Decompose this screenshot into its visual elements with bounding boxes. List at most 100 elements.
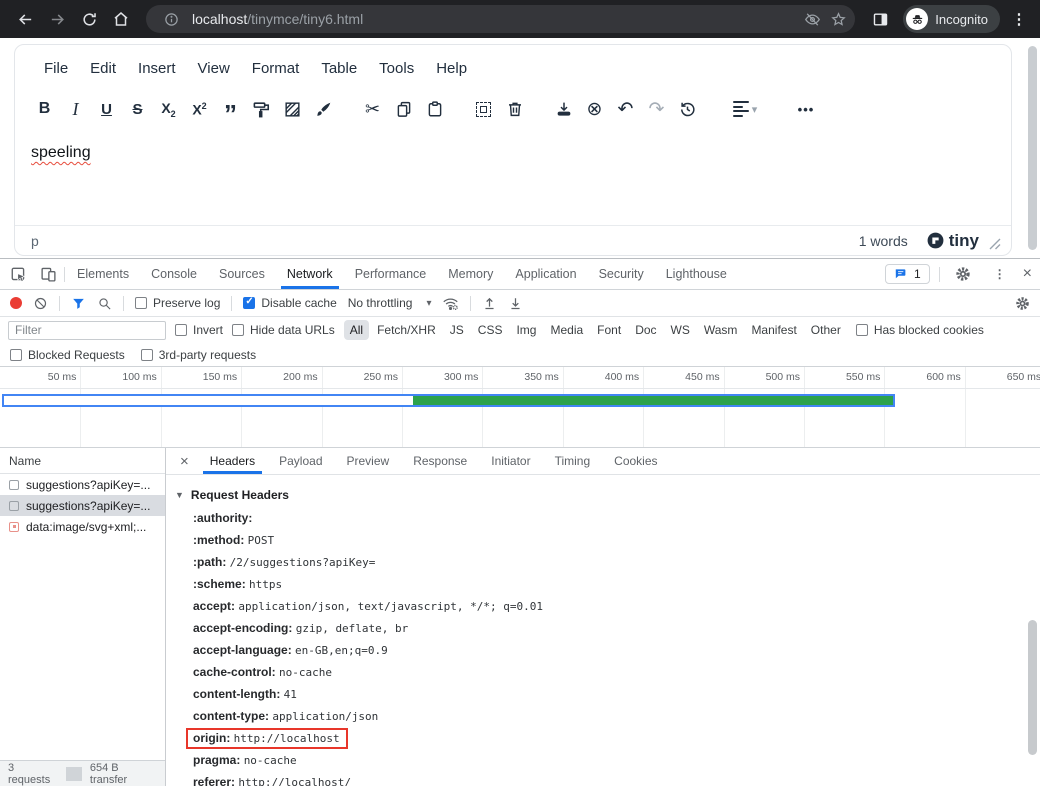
third-party-toggle[interactable]: 3rd-party requests <box>141 348 256 362</box>
request-headers-section[interactable]: ▼ Request Headers <box>175 483 1040 507</box>
record-icon[interactable] <box>10 297 22 309</box>
has-blocked-cookies-toggle[interactable]: Has blocked cookies <box>856 323 984 337</box>
tab-network[interactable]: Network <box>277 259 343 289</box>
filter-icon[interactable] <box>71 296 86 311</box>
restore-draft-button[interactable] <box>674 96 701 123</box>
download-button[interactable] <box>550 96 577 123</box>
tab-sources[interactable]: Sources <box>209 259 275 289</box>
blocked-requests-checkbox[interactable] <box>10 349 22 361</box>
remove-button[interactable]: ⊗ <box>581 96 608 123</box>
browser-menu-icon[interactable]: ⋮ <box>1008 10 1030 28</box>
network-settings-gear-icon[interactable] <box>1015 296 1030 311</box>
menu-format[interactable]: Format <box>241 54 311 83</box>
tiny-branding[interactable]: tiny <box>926 231 979 251</box>
filter-type-img[interactable]: Img <box>510 320 542 340</box>
inspect-element-icon[interactable] <box>4 261 32 287</box>
disable-cache-checkbox[interactable] <box>243 297 255 309</box>
network-timeline[interactable]: 50 ms 100 ms 150 ms 200 ms 250 ms 300 ms… <box>0 367 1040 448</box>
tab-console[interactable]: Console <box>141 259 207 289</box>
request-row-selected[interactable]: suggestions?apiKey=... <box>0 495 165 516</box>
strikethrough-button[interactable]: S <box>124 96 151 123</box>
search-icon[interactable] <box>97 296 112 311</box>
redo-button[interactable]: ↷ <box>643 96 670 123</box>
highlighter-button[interactable] <box>310 96 337 123</box>
throttling-select[interactable]: No throttling ▾ <box>348 296 432 310</box>
forward-icon[interactable] <box>42 4 72 34</box>
detail-tab-timing[interactable]: Timing <box>544 448 602 474</box>
devtools-close-icon[interactable]: × <box>1023 266 1032 282</box>
tab-lighthouse[interactable]: Lighthouse <box>656 259 737 289</box>
devtools-menu-icon[interactable]: ⋮ <box>986 261 1014 287</box>
select-all-button[interactable] <box>470 96 497 123</box>
undo-button[interactable]: ↶ <box>612 96 639 123</box>
incognito-badge[interactable]: Incognito <box>903 5 1000 33</box>
tab-performance[interactable]: Performance <box>345 259 437 289</box>
superscript-button[interactable]: X2 <box>186 96 213 123</box>
filter-type-wasm[interactable]: Wasm <box>698 320 744 340</box>
menu-edit[interactable]: Edit <box>79 54 127 83</box>
reload-icon[interactable] <box>74 4 104 34</box>
cut-button[interactable]: ✂ <box>359 96 386 123</box>
preserve-log-toggle[interactable]: Preserve log <box>135 296 220 310</box>
menu-insert[interactable]: Insert <box>127 54 187 83</box>
editor-content-area[interactable]: speeling <box>15 131 1011 225</box>
home-icon[interactable] <box>106 4 136 34</box>
export-har-icon[interactable] <box>508 296 523 311</box>
fill-color-button[interactable] <box>279 96 306 123</box>
detail-tab-preview[interactable]: Preview <box>336 448 401 474</box>
detail-scrollbar-thumb[interactable] <box>1028 620 1037 755</box>
invert-checkbox[interactable] <box>175 324 187 336</box>
menu-table[interactable]: Table <box>310 54 368 83</box>
name-column-header[interactable]: Name <box>0 448 165 474</box>
italic-button[interactable]: I <box>62 96 89 123</box>
detail-tab-response[interactable]: Response <box>402 448 478 474</box>
menu-view[interactable]: View <box>187 54 241 83</box>
underline-button[interactable]: U <box>93 96 120 123</box>
filter-type-font[interactable]: Font <box>591 320 627 340</box>
menu-file[interactable]: File <box>33 54 79 83</box>
back-icon[interactable] <box>10 4 40 34</box>
filter-type-all[interactable]: All <box>344 320 369 340</box>
filter-type-css[interactable]: CSS <box>472 320 509 340</box>
more-toolbar-button[interactable]: ••• <box>789 96 823 123</box>
site-info-icon[interactable] <box>158 6 184 32</box>
blockquote-button[interactable]: ” <box>217 96 244 123</box>
element-path[interactable]: p <box>31 233 39 249</box>
delete-button[interactable] <box>501 96 528 123</box>
detail-tab-headers[interactable]: Headers <box>199 448 266 474</box>
side-panel-icon[interactable] <box>865 4 895 34</box>
has-blocked-cookies-checkbox[interactable] <box>856 324 868 336</box>
network-conditions-icon[interactable] <box>442 295 459 312</box>
misspelled-word[interactable]: speeling <box>31 144 91 161</box>
eye-off-icon[interactable] <box>799 6 825 32</box>
request-row[interactable]: suggestions?apiKey=... <box>0 474 165 495</box>
disable-cache-toggle[interactable]: Disable cache <box>243 296 336 310</box>
paste-button[interactable] <box>421 96 448 123</box>
filter-type-other[interactable]: Other <box>805 320 847 340</box>
filter-type-doc[interactable]: Doc <box>629 320 662 340</box>
format-painter-button[interactable] <box>248 96 275 123</box>
align-left-button[interactable]: ▾ <box>723 96 767 123</box>
subscript-button[interactable]: X2 <box>155 96 182 123</box>
menu-tools[interactable]: Tools <box>368 54 425 83</box>
detail-tab-payload[interactable]: Payload <box>268 448 333 474</box>
filter-input[interactable] <box>8 321 166 340</box>
tab-memory[interactable]: Memory <box>438 259 503 289</box>
detail-tab-initiator[interactable]: Initiator <box>480 448 541 474</box>
request-row[interactable]: data:image/svg+xml;... <box>0 516 165 537</box>
filter-type-ws[interactable]: WS <box>665 320 696 340</box>
filter-type-js[interactable]: JS <box>444 320 470 340</box>
invert-toggle[interactable]: Invert <box>175 323 223 337</box>
detail-tab-cookies[interactable]: Cookies <box>603 448 668 474</box>
close-detail-icon[interactable]: × <box>172 453 197 470</box>
filter-type-media[interactable]: Media <box>544 320 589 340</box>
resize-grip[interactable] <box>989 238 1003 252</box>
blocked-requests-toggle[interactable]: Blocked Requests <box>10 348 125 362</box>
hide-data-urls-toggle[interactable]: Hide data URLs <box>232 323 335 337</box>
page-scrollbar[interactable] <box>1028 46 1037 250</box>
word-count[interactable]: 1 words <box>859 233 908 249</box>
third-party-checkbox[interactable] <box>141 349 153 361</box>
bold-button[interactable]: B <box>31 96 58 123</box>
filter-type-manifest[interactable]: Manifest <box>745 320 802 340</box>
filter-type-fetch-xhr[interactable]: Fetch/XHR <box>371 320 442 340</box>
